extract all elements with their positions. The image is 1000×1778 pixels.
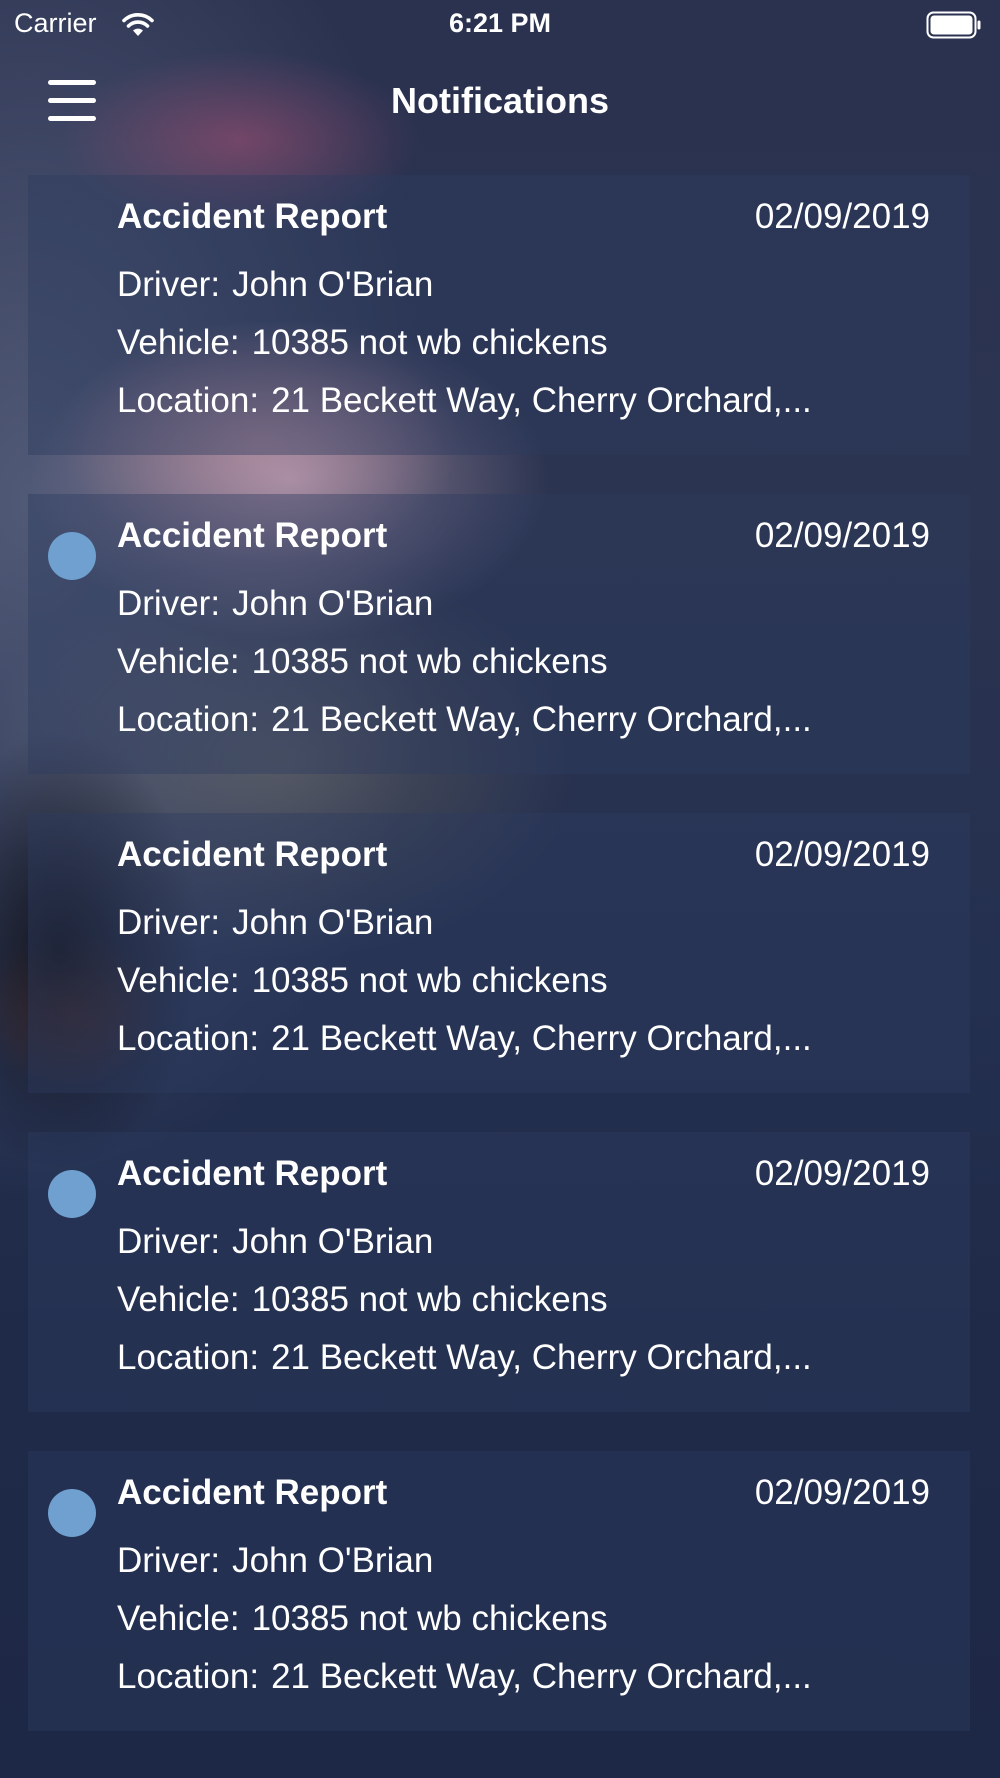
vehicle-label: Vehicle: [117, 1280, 240, 1319]
navigation-bar: Notifications [0, 60, 1000, 144]
driver-label: Driver: [117, 584, 221, 623]
vehicle-value: 10385 not wb chickens [251, 1599, 608, 1638]
notification-title: Accident Report [117, 1154, 388, 1193]
driver-value: John O'Brian [232, 903, 434, 942]
location-row: Location: 21 Beckett Way, Cherry Orchard,… [117, 1019, 812, 1059]
notification-title: Accident Report [117, 197, 388, 236]
driver-row: Driver: John O'Brian [117, 265, 433, 305]
driver-value: John O'Brian [232, 1541, 434, 1580]
notification-date: 02/09/2019 [754, 1473, 930, 1512]
driver-value: John O'Brian [232, 584, 434, 623]
location-value: 21 Beckett Way, Cherry Orchard,... [271, 381, 812, 420]
notification-card[interactable]: Accident Report 02/09/2019 Driver: John O'B… [28, 1132, 970, 1412]
notification-card[interactable]: Accident Report 02/09/2019 Driver: John O'B… [28, 813, 970, 1093]
driver-value: John O'Brian [232, 1222, 434, 1261]
driver-label: Driver: [117, 1541, 221, 1580]
vehicle-label: Vehicle: [117, 961, 240, 1000]
location-value: 21 Beckett Way, Cherry Orchard,... [271, 1338, 812, 1377]
driver-label: Driver: [117, 903, 221, 942]
vehicle-row: Vehicle: 10385 not wb chickens [117, 1280, 608, 1320]
location-row: Location: 21 Beckett Way, Cherry Orchard,… [117, 1338, 812, 1378]
notification-card[interactable]: Accident Report 02/09/2019 Driver: John O'B… [28, 1451, 970, 1731]
unread-indicator-icon [48, 532, 96, 580]
driver-row: Driver: John O'Brian [117, 1222, 433, 1262]
location-value: 21 Beckett Way, Cherry Orchard,... [271, 1019, 812, 1058]
driver-label: Driver: [117, 1222, 221, 1261]
status-time: 6:21 PM [448, 8, 552, 38]
vehicle-value: 10385 not wb chickens [251, 323, 608, 362]
location-value: 21 Beckett Way, Cherry Orchard,... [271, 1657, 812, 1696]
notification-title: Accident Report [117, 835, 388, 874]
unread-indicator-icon [48, 1489, 96, 1537]
location-label: Location: [117, 1657, 260, 1696]
location-label: Location: [117, 381, 260, 420]
notification-card[interactable]: Accident Report 02/09/2019 Driver: John O'B… [28, 494, 970, 774]
unread-indicator-icon [48, 1170, 96, 1218]
driver-value: John O'Brian [232, 265, 434, 304]
notification-date: 02/09/2019 [754, 835, 930, 874]
location-label: Location: [117, 1338, 260, 1377]
notification-date: 02/09/2019 [754, 516, 930, 555]
vehicle-value: 10385 not wb chickens [251, 642, 608, 681]
driver-label: Driver: [117, 265, 221, 304]
notification-card[interactable]: Accident Report 02/09/2019 Driver: John O'B… [28, 175, 970, 455]
notification-date: 02/09/2019 [754, 197, 930, 236]
notification-title: Accident Report [117, 1473, 388, 1512]
vehicle-value: 10385 not wb chickens [251, 961, 608, 1000]
location-row: Location: 21 Beckett Way, Cherry Orchard,… [117, 700, 812, 740]
vehicle-label: Vehicle: [117, 323, 240, 362]
vehicle-label: Vehicle: [117, 642, 240, 681]
battery-icon [926, 11, 981, 39]
vehicle-row: Vehicle: 10385 not wb chickens [117, 323, 608, 363]
location-label: Location: [117, 700, 260, 739]
location-value: 21 Beckett Way, Cherry Orchard,... [271, 700, 812, 739]
vehicle-row: Vehicle: 10385 not wb chickens [117, 642, 608, 682]
location-label: Location: [117, 1019, 260, 1058]
driver-row: Driver: John O'Brian [117, 903, 433, 943]
driver-row: Driver: John O'Brian [117, 1541, 433, 1581]
vehicle-value: 10385 not wb chickens [251, 1280, 608, 1319]
page-title: Notifications [390, 80, 609, 121]
notification-list: Accident Report 02/09/2019 Driver: John O'B… [28, 175, 970, 1770]
vehicle-row: Vehicle: 10385 not wb chickens [117, 961, 608, 1001]
location-row: Location: 21 Beckett Way, Cherry Orchard,… [117, 1657, 812, 1697]
status-bar: Carrier 6:21 PM [0, 0, 1000, 50]
driver-row: Driver: John O'Brian [117, 584, 433, 624]
vehicle-label: Vehicle: [117, 1599, 240, 1638]
location-row: Location: 21 Beckett Way, Cherry Orchard,… [117, 381, 812, 421]
notification-date: 02/09/2019 [754, 1154, 930, 1193]
vehicle-row: Vehicle: 10385 not wb chickens [117, 1599, 608, 1639]
notification-title: Accident Report [117, 516, 388, 555]
